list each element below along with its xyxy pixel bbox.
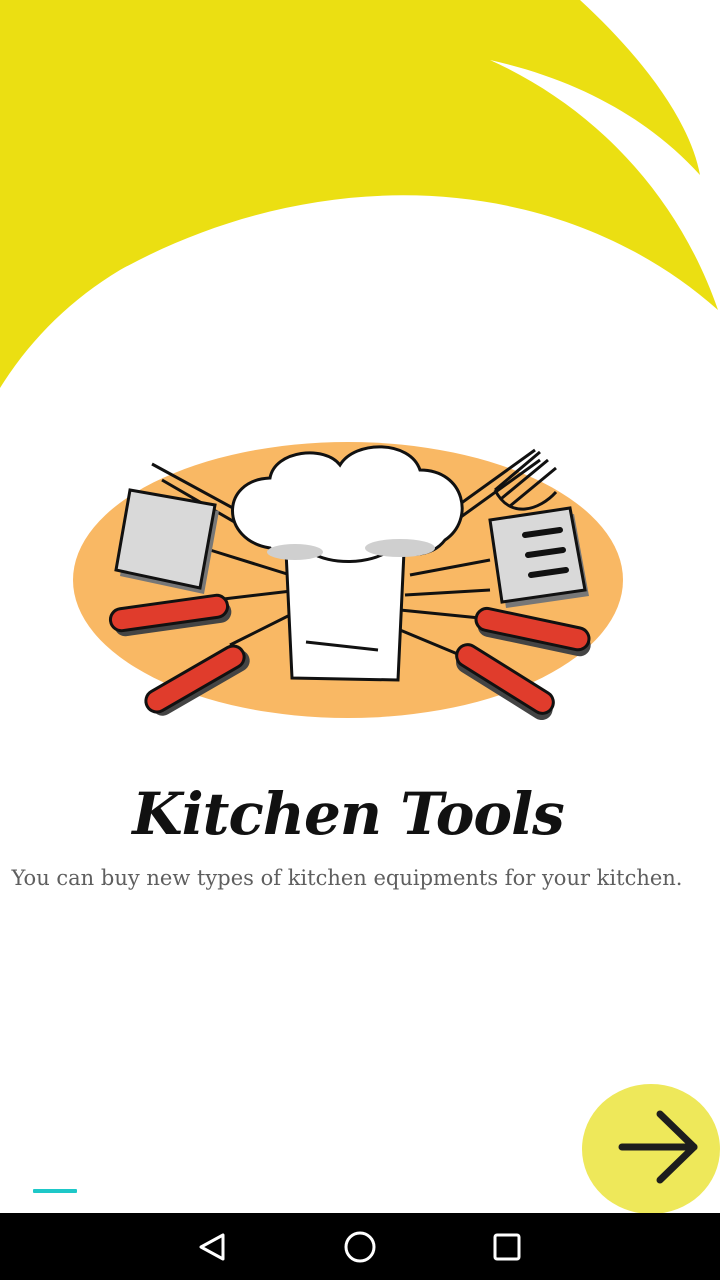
yellow-swoosh-decoration bbox=[0, 0, 718, 388]
circle-home-icon[interactable] bbox=[340, 1227, 380, 1267]
onboarding-title: Kitchen Tools bbox=[132, 780, 565, 848]
arrow-right-icon bbox=[618, 1110, 698, 1184]
page-indicator-active bbox=[33, 1189, 77, 1193]
triangle-back-icon[interactable] bbox=[193, 1227, 233, 1267]
kitchen-tools-illustration bbox=[73, 442, 623, 720]
next-button[interactable] bbox=[582, 1084, 720, 1214]
onboarding-description: You can buy new types of kitchen equipme… bbox=[11, 866, 683, 890]
square-recent-icon[interactable] bbox=[487, 1227, 527, 1267]
onboarding-screen: Kitchen Tools You can buy new types of k… bbox=[0, 0, 720, 1280]
system-navigation-bar bbox=[0, 1213, 720, 1280]
